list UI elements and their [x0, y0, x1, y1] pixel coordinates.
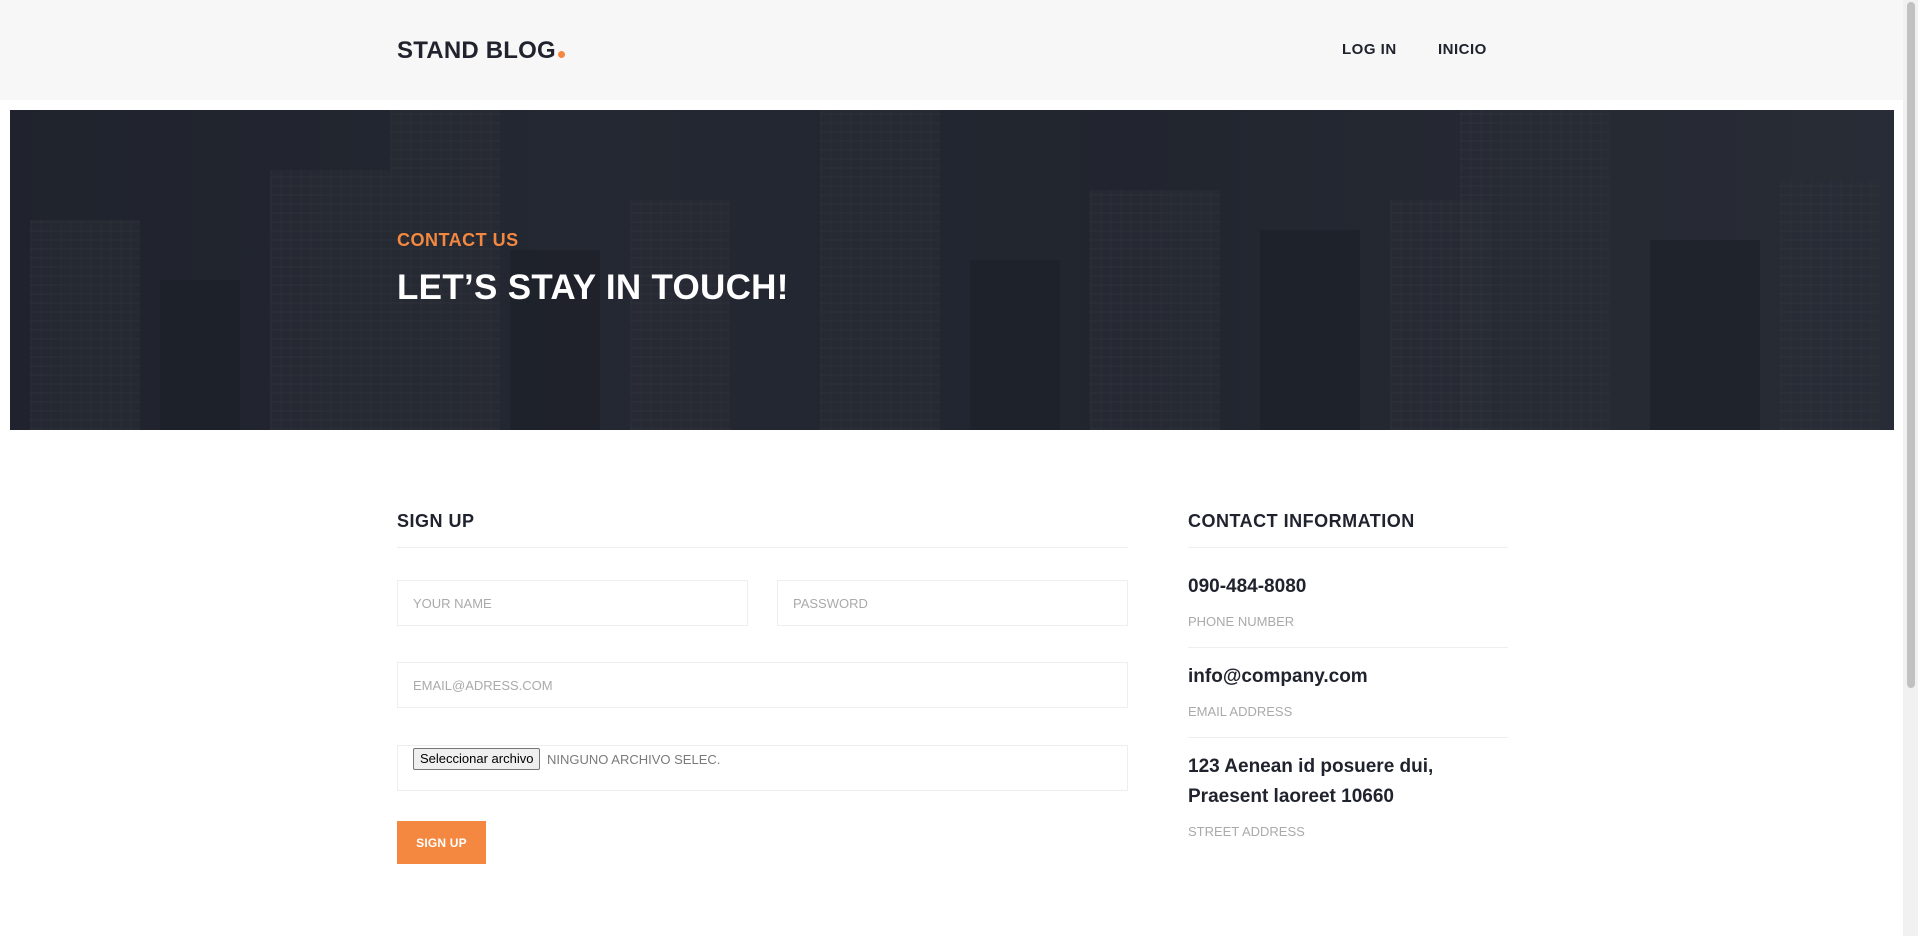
email-label: EMAIL ADDRESS — [1188, 704, 1293, 719]
password-field — [777, 580, 1128, 626]
name-input[interactable] — [398, 581, 747, 625]
signup-divider — [397, 547, 1128, 548]
nav-item-login[interactable]: LOG IN — [1342, 41, 1397, 58]
contact-info-title: CONTACT INFORMATION — [1188, 511, 1415, 531]
phone-label: PHONE NUMBER — [1188, 614, 1295, 629]
hero-banner: CONTACT US LET’S STAY IN TOUCH! — [10, 110, 1894, 430]
scrollbar-thumb[interactable] — [1907, 2, 1915, 688]
file-field: Seleccionar archivo NINGUNO ARCHIVO SELE… — [397, 745, 1128, 791]
password-input[interactable] — [778, 581, 1127, 625]
email-input[interactable] — [398, 663, 1127, 707]
address-label: STREET ADDRESS — [1188, 824, 1305, 839]
email-value: info@company.com — [1188, 666, 1368, 687]
address-line-2: Praesent laoreet 10660 — [1188, 786, 1394, 807]
name-field — [397, 580, 748, 626]
file-status-text: NINGUNO ARCHIVO SELEC. — [547, 752, 721, 767]
site-logo[interactable]: STAND BLOG — [397, 37, 565, 65]
email-field — [397, 662, 1128, 708]
signup-button[interactable]: SIGN UP — [397, 821, 486, 864]
hero-subtitle: CONTACT US — [397, 230, 519, 250]
logo-dot-icon — [557, 51, 565, 58]
phone-value: 090-484-8080 — [1188, 576, 1307, 597]
contact-item-divider — [1188, 647, 1508, 648]
nav-link-login[interactable]: LOG IN — [1342, 41, 1397, 58]
hero-overlay — [10, 110, 1894, 430]
contact-divider — [1188, 547, 1508, 548]
signup-title: SIGN UP — [397, 511, 475, 531]
nav-item-inicio[interactable]: INICIO — [1438, 41, 1487, 58]
site-header: STAND BLOG LOG IN INICIO — [0, 0, 1903, 100]
page-scrollbar[interactable] — [1903, 0, 1918, 936]
file-select-button[interactable]: Seleccionar archivo — [413, 748, 541, 770]
hero-title: LET’S STAY IN TOUCH! — [397, 268, 789, 307]
nav-link-inicio[interactable]: INICIO — [1438, 41, 1487, 58]
contact-item-divider — [1188, 737, 1508, 738]
address-line-1: 123 Aenean id posuere dui, — [1188, 756, 1434, 777]
